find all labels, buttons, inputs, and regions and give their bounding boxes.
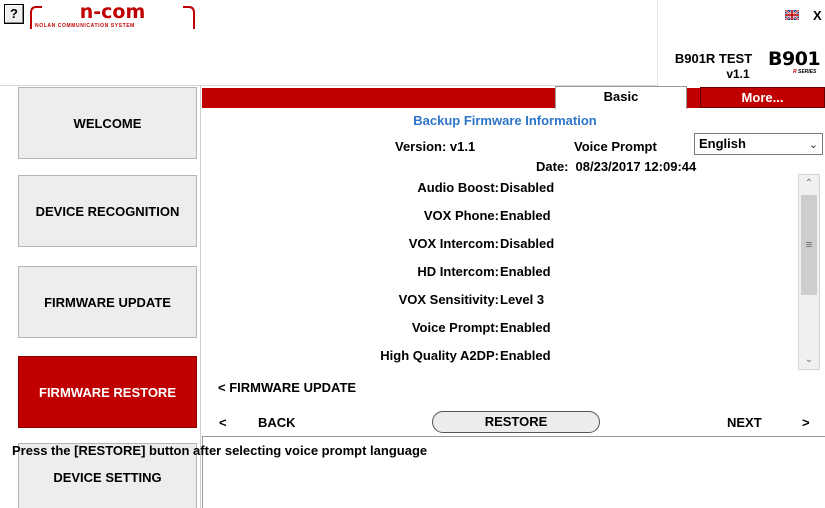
setting-key: HD Intercom: <box>417 264 499 279</box>
settings-scrollbar[interactable]: ⌃ ≡ ⌄ <box>798 174 820 370</box>
sidebar-item-firmware-restore[interactable]: FIRMWARE RESTORE <box>18 356 197 428</box>
chevron-down-icon: ⌄ <box>808 139 818 151</box>
setting-key: Audio Boost: <box>417 180 499 195</box>
setting-value: Disabled <box>500 180 555 195</box>
model-series-text: SERIES <box>798 69 817 75</box>
sidebar-item-firmware-update[interactable]: FIRMWARE UPDATE <box>18 266 197 338</box>
setting-value: Enabled <box>500 348 551 363</box>
back-arrow-icon[interactable]: < <box>219 415 227 430</box>
setting-key: Voice Prompt: <box>411 320 499 335</box>
back-button[interactable]: BACK <box>258 415 296 430</box>
prev-section-link[interactable]: < FIRMWARE UPDATE <box>218 380 356 395</box>
device-version: v1.1 <box>726 67 750 81</box>
restore-button[interactable]: RESTORE <box>432 411 600 433</box>
navigation-bar: < BACK RESTORE NEXT > <box>202 408 825 434</box>
settings-list: Audio Boost: Disabled VOX Phone: Enabled… <box>202 172 797 370</box>
setting-row: Voice Prompt: Enabled <box>202 320 797 340</box>
device-name: B901R TEST <box>674 51 753 66</box>
scroll-thumb[interactable]: ≡ <box>801 195 817 295</box>
next-button[interactable]: NEXT <box>727 415 762 430</box>
next-arrow-icon[interactable]: > <box>802 415 810 430</box>
model-series: R SERIES <box>793 69 816 75</box>
backup-version: Version: v1.1 <box>395 139 476 154</box>
uk-flag-icon[interactable] <box>785 10 799 20</box>
setting-key: VOX Phone: <box>423 208 499 223</box>
setting-key: VOX Intercom: <box>408 236 499 251</box>
close-button[interactable]: X <box>813 8 822 23</box>
setting-row: Audio Boost: Disabled <box>202 180 797 200</box>
scroll-down-icon[interactable]: ⌄ <box>799 351 819 369</box>
setting-value: Enabled <box>500 320 551 335</box>
voice-prompt-value: English <box>699 136 746 151</box>
sidebar-item-device-recognition[interactable]: DEVICE RECOGNITION <box>18 175 197 247</box>
help-button[interactable]: ? <box>4 4 24 24</box>
logo-tagline: NOLAN COMMUNICATION SYSTEM <box>35 23 135 29</box>
setting-value: Disabled <box>500 236 555 251</box>
setting-key: High Quality A2DP: <box>380 348 499 363</box>
tab-basic[interactable]: Basic <box>555 86 687 109</box>
model-series-letter: R <box>793 69 797 75</box>
sidebar-item-welcome[interactable]: WELCOME <box>18 87 197 159</box>
setting-value: Enabled <box>500 208 551 223</box>
tab-more[interactable]: More... <box>700 87 825 108</box>
logo-word: n-com <box>79 1 146 23</box>
setting-value: Enabled <box>500 264 551 279</box>
voice-prompt-select[interactable]: English ⌄ <box>694 133 823 155</box>
setting-row: VOX Intercom: Disabled <box>202 236 797 256</box>
model-logo: B901 <box>768 48 821 70</box>
setting-row: VOX Sensitivity: Level 3 <box>202 292 797 312</box>
ncom-logo: n-com NOLAN COMMUNICATION SYSTEM <box>30 3 195 33</box>
setting-row: HD Intercom: Enabled <box>202 264 797 284</box>
scroll-up-icon[interactable]: ⌃ <box>799 175 819 193</box>
setting-row: VOX Phone: Enabled <box>202 208 797 228</box>
setting-value: Level 3 <box>500 292 545 307</box>
setting-row: High Quality A2DP: Enabled <box>202 348 797 368</box>
hint-text: Press the [RESTORE] button after selecti… <box>12 443 428 458</box>
backup-info-title: Backup Firmware Information <box>413 113 597 128</box>
voice-prompt-label: Voice Prompt <box>574 139 657 154</box>
setting-key: VOX Sensitivity: <box>398 292 499 307</box>
